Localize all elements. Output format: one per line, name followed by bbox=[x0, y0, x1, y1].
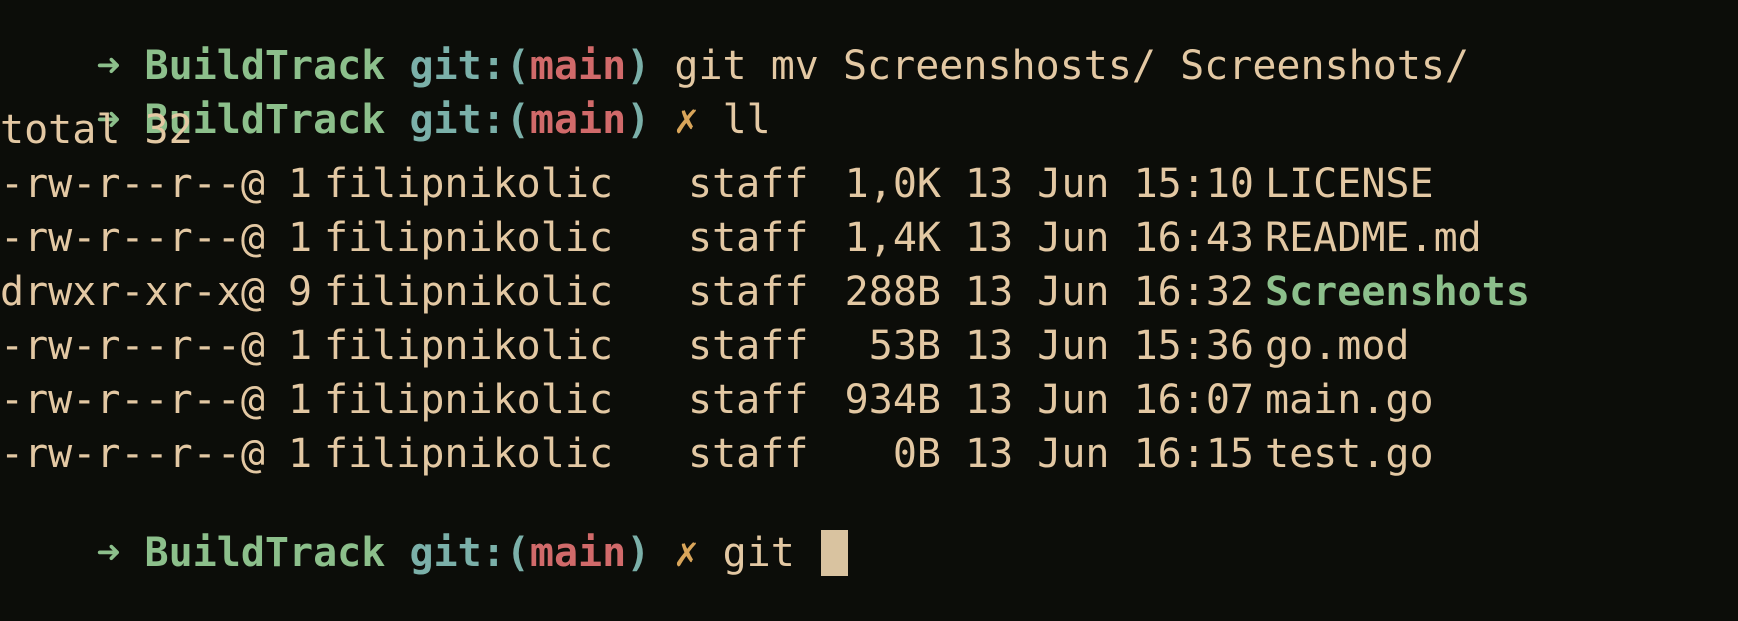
prompt-git-label: git:( bbox=[409, 97, 530, 143]
terminal-window[interactable]: ➜ BuildTrack git:(main) git mv Screensho… bbox=[0, 0, 1738, 576]
file-owner: filipnikolic bbox=[324, 215, 613, 261]
file-links: 1 bbox=[288, 431, 313, 477]
file-permissions: -rw-r--r--@ bbox=[0, 215, 265, 261]
file-owner: filipnikolic bbox=[324, 431, 613, 477]
file-size: 288B bbox=[844, 269, 941, 315]
prompt-line-1: ➜ BuildTrack git:(main) git mv Screensho… bbox=[0, 0, 1738, 88]
file-owner: filipnikolic bbox=[324, 377, 613, 423]
command-text: ll bbox=[722, 97, 771, 143]
dirty-marker-icon: ✗ bbox=[674, 530, 699, 576]
file-date: 13 Jun 16:43 bbox=[965, 215, 1254, 261]
listing-row: -rw-r--r--@ 1 filipnikolic staff 0B 13 Jun 16… bbox=[0, 432, 1738, 486]
listing-row: drwxr-xr-x@ 9 filipnikolic staff 288B 13 Jun … bbox=[0, 270, 1738, 324]
file-group: staff bbox=[688, 161, 809, 207]
file-owner: filipnikolic bbox=[324, 161, 613, 207]
listing-row: -rw-r--r--@ 1 filipnikolic staff 1,4K 13 Jun … bbox=[0, 216, 1738, 270]
file-date: 13 Jun 16:32 bbox=[965, 269, 1254, 315]
file-group: staff bbox=[688, 323, 809, 369]
file-size: 1,4K bbox=[844, 215, 941, 261]
file-date: 13 Jun 15:10 bbox=[965, 161, 1254, 207]
prompt-arrow-icon: ➜ bbox=[96, 530, 121, 576]
file-size: 934B bbox=[844, 377, 941, 423]
file-permissions: -rw-r--r--@ bbox=[0, 431, 265, 477]
prompt-branch: main bbox=[529, 97, 627, 143]
file-links: 1 bbox=[288, 215, 313, 261]
listing-row: -rw-r--r--@ 1 filipnikolic staff 934B 13 Jun … bbox=[0, 378, 1738, 432]
prompt-branch: main bbox=[529, 43, 627, 89]
directory-name: Screenshots bbox=[1265, 269, 1530, 315]
file-group: staff bbox=[688, 377, 809, 423]
file-owner: filipnikolic bbox=[324, 269, 613, 315]
prompt-arrow-icon: ➜ bbox=[96, 43, 121, 89]
file-date: 13 Jun 15:36 bbox=[965, 323, 1254, 369]
prompt-git-label: git:( bbox=[409, 43, 530, 89]
command-input[interactable]: git bbox=[723, 530, 795, 576]
prompt-branch: main bbox=[529, 530, 627, 576]
prompt-git-label: git:( bbox=[409, 530, 530, 576]
text-cursor bbox=[820, 530, 848, 576]
file-links: 9 bbox=[288, 269, 313, 315]
file-name: go.mod bbox=[1265, 323, 1410, 369]
dirty-marker-icon: ✗ bbox=[674, 97, 699, 143]
file-date: 13 Jun 16:07 bbox=[965, 377, 1254, 423]
file-permissions: -rw-r--r--@ bbox=[0, 323, 265, 369]
command-text: git mv Screenshosts/ Screenshots/ bbox=[674, 43, 1470, 89]
listing-row: -rw-r--r--@ 1 filipnikolic staff 1,0K 13 Jun … bbox=[0, 162, 1738, 216]
file-size: 0B bbox=[892, 431, 941, 477]
file-permissions: -rw-r--r--@ bbox=[0, 377, 265, 423]
prompt-directory: BuildTrack bbox=[144, 43, 386, 89]
file-name: LICENSE bbox=[1265, 161, 1434, 207]
file-name: README.md bbox=[1265, 215, 1482, 261]
file-links: 1 bbox=[288, 377, 313, 423]
prompt-git-close: ) bbox=[626, 43, 651, 89]
file-owner: filipnikolic bbox=[324, 323, 613, 369]
file-size: 1,0K bbox=[844, 161, 941, 207]
file-size: 53B bbox=[868, 323, 941, 369]
prompt-git-close: ) bbox=[626, 97, 651, 143]
file-permissions: -rw-r--r--@ bbox=[0, 161, 265, 207]
file-name: main.go bbox=[1265, 377, 1434, 423]
file-date: 13 Jun 16:15 bbox=[965, 431, 1254, 477]
file-links: 1 bbox=[288, 161, 313, 207]
file-group: staff bbox=[688, 431, 809, 477]
prompt-line-current[interactable]: ➜ BuildTrack git:(main) ✗ git bbox=[0, 486, 1738, 576]
file-group: staff bbox=[688, 215, 809, 261]
file-links: 1 bbox=[288, 323, 313, 369]
file-permissions: drwxr-xr-x@ bbox=[0, 269, 265, 315]
prompt-git-close: ) bbox=[626, 530, 651, 576]
listing-row: -rw-r--r--@ 1 filipnikolic staff 53B 13 Jun 1… bbox=[0, 324, 1738, 378]
prompt-directory: BuildTrack bbox=[144, 530, 386, 576]
file-name: test.go bbox=[1265, 431, 1434, 477]
file-group: staff bbox=[688, 269, 809, 315]
